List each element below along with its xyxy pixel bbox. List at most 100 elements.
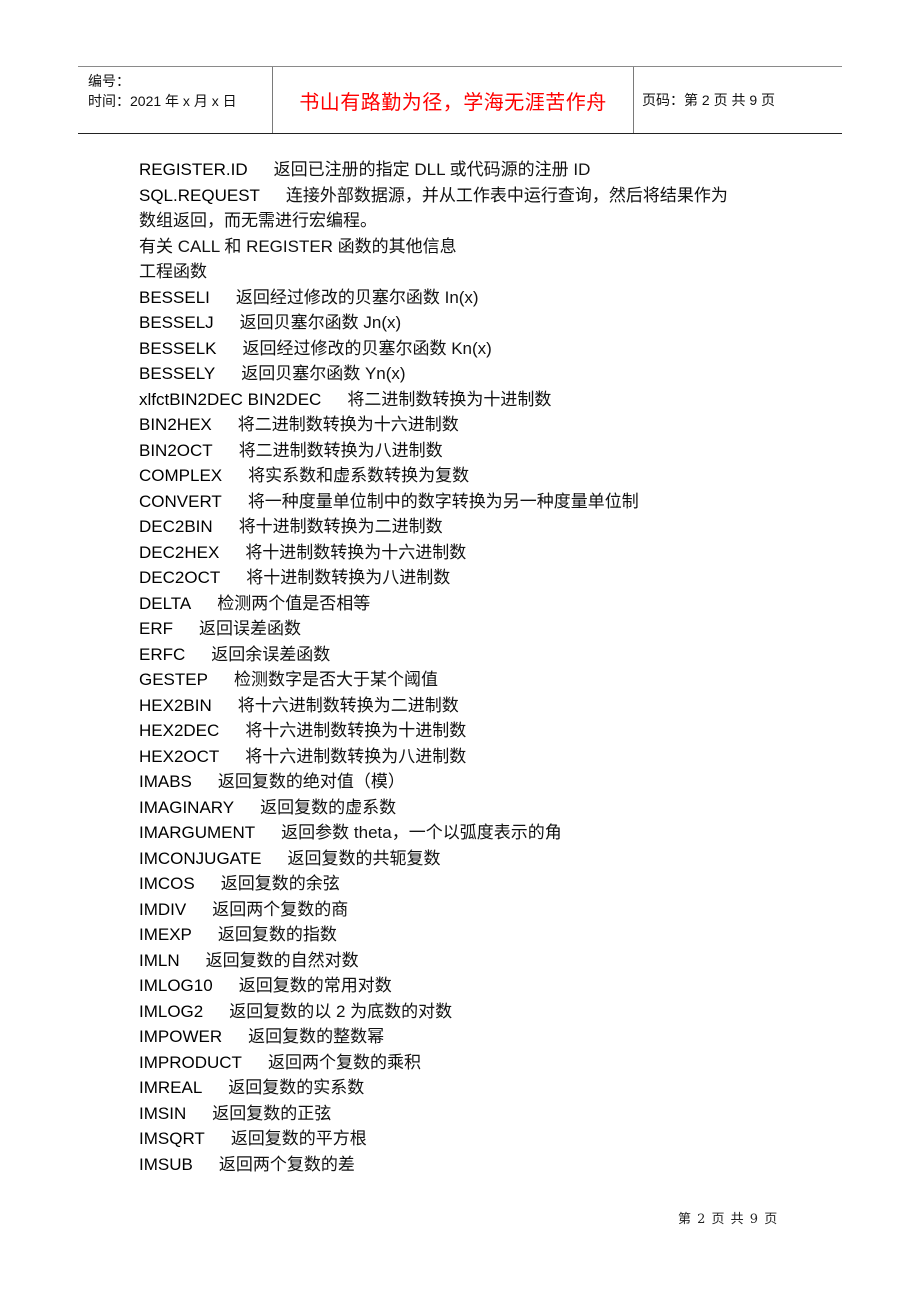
- function-entry: BESSELJ 返回贝塞尔函数 Jn(x): [139, 310, 799, 336]
- function-name: ERFC: [139, 644, 186, 664]
- function-name: IMSQRT: [139, 1129, 205, 1148]
- function-entry: IMABS 返回复数的绝对值（模）: [139, 769, 799, 795]
- function-description: 将十六进制数转换为十进制数: [245, 721, 467, 740]
- function-name: CONVERT: [139, 491, 222, 511]
- function-name: SQL.REQUEST: [139, 185, 260, 205]
- function-name: IMLOG10: [139, 976, 213, 995]
- function-name: IMCONJUGATE: [139, 848, 262, 868]
- function-description: 将十六进制数转换为二进制数: [237, 695, 459, 715]
- function-description: 将实系数和虚系数转换为复数: [248, 466, 470, 485]
- function-description: 将二进制数转换为八进制数: [238, 440, 443, 460]
- function-name: IMCOS: [139, 874, 195, 893]
- function-entry: xlfctBIN2DEC BIN2DEC 将二进制数转换为十进制数: [139, 387, 799, 413]
- function-name: DEC2OCT: [139, 568, 221, 587]
- function-entry: GESTEP 检测数字是否大于某个阈值: [139, 667, 799, 693]
- function-description: 返回复数的常用对数: [238, 976, 392, 995]
- function-name: IMAGINARY: [139, 797, 235, 817]
- function-entry: HEX2DEC 将十六进制数转换为十进制数: [139, 718, 799, 744]
- function-description: 返回已注册的指定 DLL 或代码源的注册 ID: [273, 160, 591, 179]
- paragraph-text: 有关 CALL 和 REGISTER 函数的其他信息: [139, 236, 457, 256]
- function-description: 将十进制数转换为十六进制数: [245, 542, 467, 562]
- page-header: 编号： 时间：2021 年 x 月 x 日 书山有路勤为径，学海无涯苦作舟 页码…: [78, 66, 842, 134]
- function-entry: IMLN 返回复数的自然对数: [139, 948, 799, 974]
- function-entry: IMARGUMENT 返回参数 theta，一个以弧度表示的角: [139, 820, 799, 846]
- function-entry: CONVERT 将一种度量单位制中的数字转换为另一种度量单位制: [139, 489, 799, 515]
- function-entry: IMLOG2 返回复数的以 2 为底数的对数: [139, 999, 799, 1025]
- function-description: 检测两个值是否相等: [217, 593, 371, 613]
- function-name: BIN2OCT: [139, 440, 213, 460]
- function-name: DELTA: [139, 593, 192, 613]
- function-description: 返回复数的绝对值（模）: [217, 772, 405, 791]
- function-name: REGISTER.ID: [139, 160, 248, 179]
- function-description: 将二进制数转换为十六进制数: [237, 415, 459, 434]
- serial-label: 编号：: [88, 73, 130, 89]
- function-entry: HEX2OCT 将十六进制数转换为八进制数: [139, 744, 799, 770]
- function-name: HEX2OCT: [139, 746, 220, 766]
- function-entry: IMEXP 返回复数的指数: [139, 922, 799, 948]
- text-line: 有关 CALL 和 REGISTER 函数的其他信息: [139, 234, 799, 260]
- function-description: 返回复数的正弦: [212, 1103, 332, 1123]
- function-name: IMEXP: [139, 925, 192, 944]
- function-entry: HEX2BIN 将十六进制数转换为二进制数: [139, 693, 799, 719]
- function-name: BIN2HEX: [139, 415, 212, 434]
- function-name: GESTEP: [139, 670, 208, 689]
- function-name: IMSUB: [139, 1154, 193, 1174]
- function-description: 检测数字是否大于某个阈值: [233, 670, 438, 689]
- function-entry: DEC2OCT 将十进制数转换为八进制数: [139, 565, 799, 591]
- function-name: IMSIN: [139, 1103, 187, 1123]
- text-line: 数组返回，而无需进行宏编程。: [139, 208, 799, 234]
- header-meta: 编号： 时间：2021 年 x 月 x 日: [78, 67, 272, 133]
- function-name: BESSELI: [139, 287, 210, 307]
- function-name: ERF: [139, 619, 173, 638]
- function-entry: ERFC 返回余误差函数: [139, 642, 799, 668]
- function-entry: IMSQRT 返回复数的平方根: [139, 1126, 799, 1152]
- function-entry: COMPLEX 将实系数和虚系数转换为复数: [139, 463, 799, 489]
- function-name: COMPLEX: [139, 466, 223, 485]
- function-entry: IMDIV 返回两个复数的商: [139, 897, 799, 923]
- function-entry: IMLOG10 返回复数的常用对数: [139, 973, 799, 999]
- function-entry: IMSUB 返回两个复数的差: [139, 1152, 799, 1178]
- function-name: HEX2DEC: [139, 721, 220, 740]
- function-entry: IMCOS 返回复数的余弦: [139, 871, 799, 897]
- function-name: IMLN: [139, 950, 180, 970]
- function-entry: DELTA 检测两个值是否相等: [139, 591, 799, 617]
- function-name: BESSELK: [139, 338, 217, 358]
- function-description: 返回复数的指数: [217, 925, 337, 944]
- function-entry: SQL.REQUEST 连接外部数据源，并从工作表中运行查询，然后将结果作为: [139, 183, 799, 209]
- function-entry: DEC2BIN 将十进制数转换为二进制数: [139, 514, 799, 540]
- function-description: 返回余误差函数: [211, 644, 331, 664]
- function-entry: IMCONJUGATE 返回复数的共轭复数: [139, 846, 799, 872]
- function-name: IMABS: [139, 772, 192, 791]
- function-name: IMPRODUCT: [139, 1052, 242, 1072]
- function-description: 返回贝塞尔函数 Yn(x): [241, 364, 406, 383]
- function-name: IMPOWER: [139, 1027, 223, 1046]
- function-entry: BESSELI 返回经过修改的贝塞尔函数 In(x): [139, 285, 799, 311]
- function-description: 将十进制数转换为二进制数: [238, 517, 443, 536]
- function-name: DEC2BIN: [139, 517, 213, 536]
- function-description: 返回经过修改的贝塞尔函数 Kn(x): [242, 338, 492, 358]
- function-entry: IMSIN 返回复数的正弦: [139, 1101, 799, 1127]
- function-description: 返回复数的虚系数: [260, 797, 397, 817]
- function-name: IMARGUMENT: [139, 823, 256, 842]
- function-description: 返回复数的实系数: [228, 1078, 365, 1097]
- function-description: 返回两个复数的商: [212, 899, 349, 919]
- function-description: 返回复数的平方根: [230, 1129, 367, 1148]
- function-description: 返回误差函数: [199, 619, 301, 638]
- footer-page-number: 第 2 页 共 9 页: [678, 1212, 779, 1227]
- function-description: 返回复数的自然对数: [205, 950, 359, 970]
- function-entry: IMREAL 返回复数的实系数: [139, 1075, 799, 1101]
- function-name: IMLOG2: [139, 1001, 204, 1021]
- function-description: 连接外部数据源，并从工作表中运行查询，然后将结果作为: [285, 185, 728, 205]
- function-description: 将二进制数转换为十进制数: [347, 389, 552, 409]
- function-name: BESSELY: [139, 364, 216, 383]
- function-description: 返回经过修改的贝塞尔函数 In(x): [235, 287, 479, 307]
- function-entry: ERF 返回误差函数: [139, 616, 799, 642]
- function-entry: IMAGINARY 返回复数的虚系数: [139, 795, 799, 821]
- function-description: 返回贝塞尔函数 Jn(x): [239, 313, 402, 332]
- function-name: HEX2BIN: [139, 695, 212, 715]
- function-description: 将一种度量单位制中的数字转换为另一种度量单位制: [247, 491, 639, 511]
- function-description: 返回复数的整数幂: [248, 1027, 385, 1046]
- function-entry: REGISTER.ID 返回已注册的指定 DLL 或代码源的注册 ID: [139, 157, 799, 183]
- function-description: 返回参数 theta，一个以弧度表示的角: [281, 823, 562, 842]
- function-entry: IMPOWER 返回复数的整数幂: [139, 1024, 799, 1050]
